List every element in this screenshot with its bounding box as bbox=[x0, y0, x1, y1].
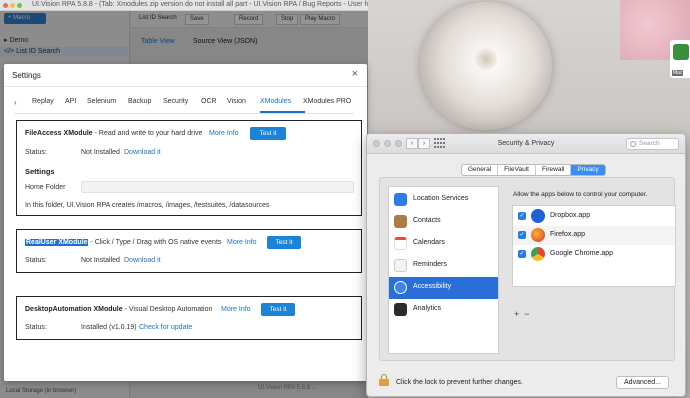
app-titlebar: UI.Vision RPA 5.8.8 - (Tab: Xmodules zip… bbox=[0, 0, 392, 11]
desktop-automation-xmodule-card: DesktopAutomation XModule - Visual Deskt… bbox=[16, 296, 362, 340]
app-row-firefox[interactable]: ✓ Firefox.app bbox=[513, 226, 675, 245]
allowed-apps-list: ✓ Dropbox.app ✓ Firefox.app ✓ Google Chr… bbox=[512, 205, 676, 287]
dropbox-icon bbox=[531, 209, 545, 223]
add-app-button[interactable]: + bbox=[514, 309, 519, 319]
home-folder-note: In this folder, UI.Vision RPA creates /m… bbox=[25, 202, 270, 209]
tab-backup[interactable]: Backup bbox=[128, 98, 151, 105]
fileaccess-status-value: Not Installed bbox=[81, 149, 120, 156]
calendar-icon bbox=[394, 237, 407, 250]
tab-xmodules-pro[interactable]: XModules PRO bbox=[303, 98, 354, 105]
home-folder-label: Home Folder bbox=[25, 184, 66, 191]
desktop-app-label: Mac bbox=[672, 70, 684, 76]
segment-general[interactable]: General bbox=[462, 165, 499, 175]
checkbox-chrome[interactable]: ✓ bbox=[518, 250, 526, 258]
desktop-automation-status-label: Status: bbox=[25, 324, 47, 331]
window-controls[interactable] bbox=[3, 3, 22, 8]
service-calendars[interactable]: Calendars bbox=[389, 233, 498, 255]
desktop-automation-test-button[interactable]: Test it bbox=[261, 303, 295, 316]
check-for-update-link[interactable]: Check for update bbox=[139, 324, 192, 331]
tab-selenium[interactable]: Selenium bbox=[87, 98, 116, 105]
desktop-automation-more-info-link[interactable]: More Info bbox=[221, 306, 251, 313]
checkbox-dropbox[interactable]: ✓ bbox=[518, 212, 526, 220]
accessibility-icon bbox=[394, 281, 407, 294]
security-segmented-control: General FileVault Firewall Privacy bbox=[461, 164, 606, 176]
realuser-status-value: Not Installed bbox=[81, 257, 120, 264]
checkbox-firefox[interactable]: ✓ bbox=[518, 231, 526, 239]
fileaccess-heading: FileAccess XModule - Read and write to y… bbox=[25, 130, 203, 137]
realuser-download-link[interactable]: Download it bbox=[124, 257, 161, 264]
tab-vision[interactable]: Vision bbox=[227, 98, 246, 105]
service-accessibility[interactable]: Accessibility bbox=[389, 277, 498, 299]
tab-ocr[interactable]: OCR bbox=[201, 98, 217, 105]
desktop-automation-status-value: Installed (v1.0.19) bbox=[81, 324, 137, 331]
fileaccess-download-link[interactable]: Download it bbox=[124, 149, 161, 156]
realuser-heading: RealUser XModule - Click / Type / Drag w… bbox=[25, 239, 222, 246]
segment-filevault[interactable]: FileVault bbox=[498, 165, 536, 175]
privacy-panel: Location Services Contacts Calendars Rem… bbox=[379, 177, 676, 361]
security-privacy-window: ‹ › Security & Privacy Search General Fi… bbox=[366, 133, 686, 397]
fileaccess-settings-heading: Settings bbox=[25, 167, 55, 176]
tabs-divider bbox=[14, 113, 354, 114]
realuser-status-label: Status: bbox=[25, 257, 47, 264]
close-icon[interactable]: × bbox=[352, 68, 358, 80]
chevron-left-icon[interactable]: ‹ bbox=[14, 98, 17, 107]
settings-tabs: ‹ Replay API Selenium Backup Security OC… bbox=[14, 98, 354, 113]
tab-xmodules[interactable]: XModules bbox=[260, 98, 291, 105]
search-placeholder: Search bbox=[639, 140, 660, 147]
divider bbox=[4, 86, 367, 87]
app-row-chrome[interactable]: ✓ Google Chrome.app bbox=[513, 245, 675, 264]
service-contacts[interactable]: Contacts bbox=[389, 211, 498, 233]
service-location-services[interactable]: Location Services bbox=[389, 189, 498, 211]
advanced-button[interactable]: Advanced... bbox=[616, 376, 669, 389]
service-reminders[interactable]: Reminders bbox=[389, 255, 498, 277]
service-analytics[interactable]: Analytics bbox=[389, 299, 498, 321]
reminders-icon bbox=[394, 259, 407, 272]
analytics-icon bbox=[394, 303, 407, 316]
chrome-icon bbox=[531, 247, 545, 261]
lock-icon[interactable] bbox=[379, 374, 389, 386]
location-icon bbox=[394, 193, 407, 206]
privacy-services-list: Location Services Contacts Calendars Rem… bbox=[388, 186, 499, 354]
segment-privacy[interactable]: Privacy bbox=[571, 165, 605, 175]
fileaccess-xmodule-card: FileAccess XModule - Read and write to y… bbox=[16, 120, 362, 216]
contacts-icon bbox=[394, 215, 407, 228]
window-title: UI.Vision RPA 5.8.8 - (Tab: Xmodules zip… bbox=[32, 1, 393, 8]
realuser-test-button[interactable]: Test it bbox=[267, 236, 301, 249]
tab-security[interactable]: Security bbox=[163, 98, 188, 105]
settings-dialog: Settings × ‹ Replay API Selenium Backup … bbox=[4, 64, 367, 381]
settings-title: Settings bbox=[12, 71, 41, 80]
search-input[interactable]: Search bbox=[626, 138, 679, 150]
allow-apps-text: Allow the apps below to control your com… bbox=[513, 191, 648, 198]
realuser-xmodule-card: RealUser XModule - Click / Type / Drag w… bbox=[16, 229, 362, 273]
tab-replay[interactable]: Replay bbox=[32, 98, 54, 105]
tab-api[interactable]: API bbox=[65, 98, 76, 105]
add-remove-controls: + − bbox=[514, 309, 530, 319]
fileaccess-more-info-link[interactable]: More Info bbox=[209, 130, 239, 137]
firefox-icon bbox=[531, 228, 545, 242]
realuser-more-info-link[interactable]: More Info bbox=[227, 239, 257, 246]
lock-text: Click the lock to prevent further change… bbox=[396, 379, 523, 386]
segment-firewall[interactable]: Firewall bbox=[536, 165, 572, 175]
app-row-dropbox[interactable]: ✓ Dropbox.app bbox=[513, 207, 675, 226]
search-icon bbox=[630, 141, 636, 147]
sec-titlebar: ‹ › Security & Privacy Search bbox=[367, 134, 685, 154]
desktop-automation-heading: DesktopAutomation XModule - Visual Deskt… bbox=[25, 306, 213, 313]
home-folder-input[interactable] bbox=[81, 181, 354, 193]
remove-app-button[interactable]: − bbox=[524, 309, 529, 319]
wallpaper-dandelion-core bbox=[475, 48, 497, 70]
fileaccess-test-button[interactable]: Test it bbox=[250, 127, 286, 140]
fileaccess-status-label: Status: bbox=[25, 149, 47, 156]
